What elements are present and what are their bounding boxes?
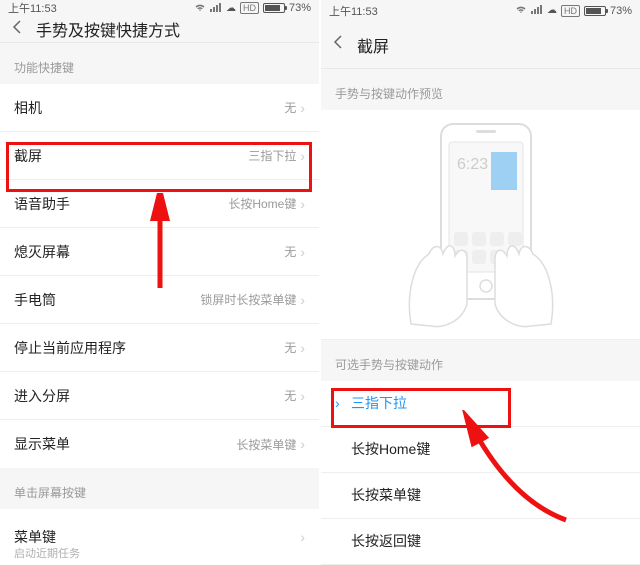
chevron-right-icon: › bbox=[300, 436, 305, 452]
status-right: ☁ HD 73% bbox=[515, 4, 632, 17]
row-label: 截屏 bbox=[14, 146, 42, 166]
row-value: 三指下拉› bbox=[248, 147, 305, 164]
options-card: › 三指下拉 长按Home键 长按菜单键 长按返回键 bbox=[321, 381, 640, 565]
screen-left: 上午11:53 ☁ HD 73% 手势及按键快捷方式 功能快捷键 相机 无› 截… bbox=[0, 0, 319, 565]
chevron-right-icon: › bbox=[300, 529, 305, 545]
section-header-tap: 单击屏幕按键 bbox=[0, 468, 319, 509]
row-menu-key[interactable]: 菜单键 启动近期任务 › bbox=[0, 509, 319, 565]
signal-icon bbox=[210, 2, 222, 15]
chevron-right-icon: › bbox=[300, 340, 305, 356]
battery-icon bbox=[263, 3, 285, 13]
functions-card: 相机 无› 截屏 三指下拉› 语音助手 长按Home键› 熄灭屏幕 无› 手电筒… bbox=[0, 84, 319, 468]
row-label: 手电筒 bbox=[14, 290, 56, 310]
status-bar: 上午11:53 ☁ HD 73% bbox=[321, 0, 640, 22]
row-sublabel: 启动近期任务 bbox=[14, 545, 80, 561]
signal-icon bbox=[531, 4, 543, 17]
row-turn-off-screen[interactable]: 熄灭屏幕 无› bbox=[0, 228, 319, 276]
option-label: 长按Home键 bbox=[351, 439, 430, 459]
status-bar: 上午11:53 ☁ HD 73% bbox=[0, 0, 319, 16]
battery-pct: 73% bbox=[289, 2, 311, 14]
row-value: 无› bbox=[284, 339, 305, 356]
row-value: › bbox=[300, 529, 305, 545]
row-label: 菜单键 bbox=[14, 527, 56, 547]
hd-badge: HD bbox=[561, 5, 580, 17]
wifi-icon bbox=[194, 2, 206, 15]
title-bar: 手势及按键快捷方式 bbox=[0, 16, 319, 43]
row-value: 无› bbox=[284, 387, 305, 404]
row-label: 熄灭屏幕 bbox=[14, 242, 70, 262]
option-long-press-menu[interactable]: 长按菜单键 bbox=[321, 473, 640, 519]
preview-clock: 6:23 bbox=[457, 156, 488, 173]
chevron-right-icon: › bbox=[300, 100, 305, 116]
row-value: 无› bbox=[284, 243, 305, 260]
row-camera[interactable]: 相机 无› bbox=[0, 84, 319, 132]
chevron-right-icon: › bbox=[300, 244, 305, 260]
options-header: 可选手势与按键动作 bbox=[321, 340, 640, 381]
title-bar: 截屏 bbox=[321, 22, 640, 69]
page-title: 截屏 bbox=[357, 33, 389, 57]
option-long-press-back[interactable]: 长按返回键 bbox=[321, 519, 640, 565]
row-flashlight[interactable]: 手电筒 锁屏时长按菜单键› bbox=[0, 276, 319, 324]
option-three-finger-swipe[interactable]: › 三指下拉 bbox=[321, 381, 640, 427]
row-show-menu[interactable]: 显示菜单 长按菜单键› bbox=[0, 420, 319, 468]
option-label: 三指下拉 bbox=[351, 393, 407, 413]
row-label: 进入分屏 bbox=[14, 386, 70, 406]
status-right: ☁ HD 73% bbox=[194, 2, 311, 15]
chevron-right-icon: › bbox=[300, 292, 305, 308]
row-stop-app[interactable]: 停止当前应用程序 无› bbox=[0, 324, 319, 372]
row-value: 长按菜单键› bbox=[236, 436, 305, 453]
row-value: 长按Home键› bbox=[228, 195, 305, 212]
option-label: 长按菜单键 bbox=[351, 485, 421, 505]
row-label: 停止当前应用程序 bbox=[14, 338, 126, 358]
row-value: 锁屏时长按菜单键› bbox=[200, 291, 305, 308]
row-screenshot[interactable]: 截屏 三指下拉› bbox=[0, 132, 319, 180]
status-time: 上午11:53 bbox=[329, 3, 378, 19]
gesture-preview: 6:23 bbox=[321, 110, 640, 340]
check-icon: › bbox=[335, 395, 345, 411]
row-value: 无› bbox=[284, 99, 305, 116]
back-icon[interactable] bbox=[10, 19, 26, 40]
section-header-functions: 功能快捷键 bbox=[0, 43, 319, 84]
page-title: 手势及按键快捷方式 bbox=[36, 17, 180, 41]
chevron-right-icon: › bbox=[300, 148, 305, 164]
back-icon[interactable] bbox=[331, 34, 347, 55]
wifi-icon bbox=[515, 4, 527, 17]
status-time: 上午11:53 bbox=[8, 0, 57, 16]
chevron-right-icon: › bbox=[300, 388, 305, 404]
battery-pct: 73% bbox=[610, 5, 632, 17]
battery-icon bbox=[584, 6, 606, 16]
weather-icon: ☁ bbox=[547, 5, 557, 16]
option-label: 长按返回键 bbox=[351, 531, 421, 551]
tap-card: 菜单键 启动近期任务 › bbox=[0, 509, 319, 565]
hd-badge: HD bbox=[240, 2, 259, 14]
row-voice-assistant[interactable]: 语音助手 长按Home键› bbox=[0, 180, 319, 228]
screen-right: 上午11:53 ☁ HD 73% 截屏 手势与按键动作预览 6:23 bbox=[321, 0, 640, 565]
row-label: 显示菜单 bbox=[14, 434, 70, 454]
weather-icon: ☁ bbox=[226, 3, 236, 14]
option-long-press-home[interactable]: 长按Home键 bbox=[321, 427, 640, 473]
chevron-right-icon: › bbox=[300, 196, 305, 212]
preview-header: 手势与按键动作预览 bbox=[321, 69, 640, 110]
row-split-screen[interactable]: 进入分屏 无› bbox=[0, 372, 319, 420]
row-label: 语音助手 bbox=[14, 194, 70, 214]
row-label: 相机 bbox=[14, 98, 42, 118]
